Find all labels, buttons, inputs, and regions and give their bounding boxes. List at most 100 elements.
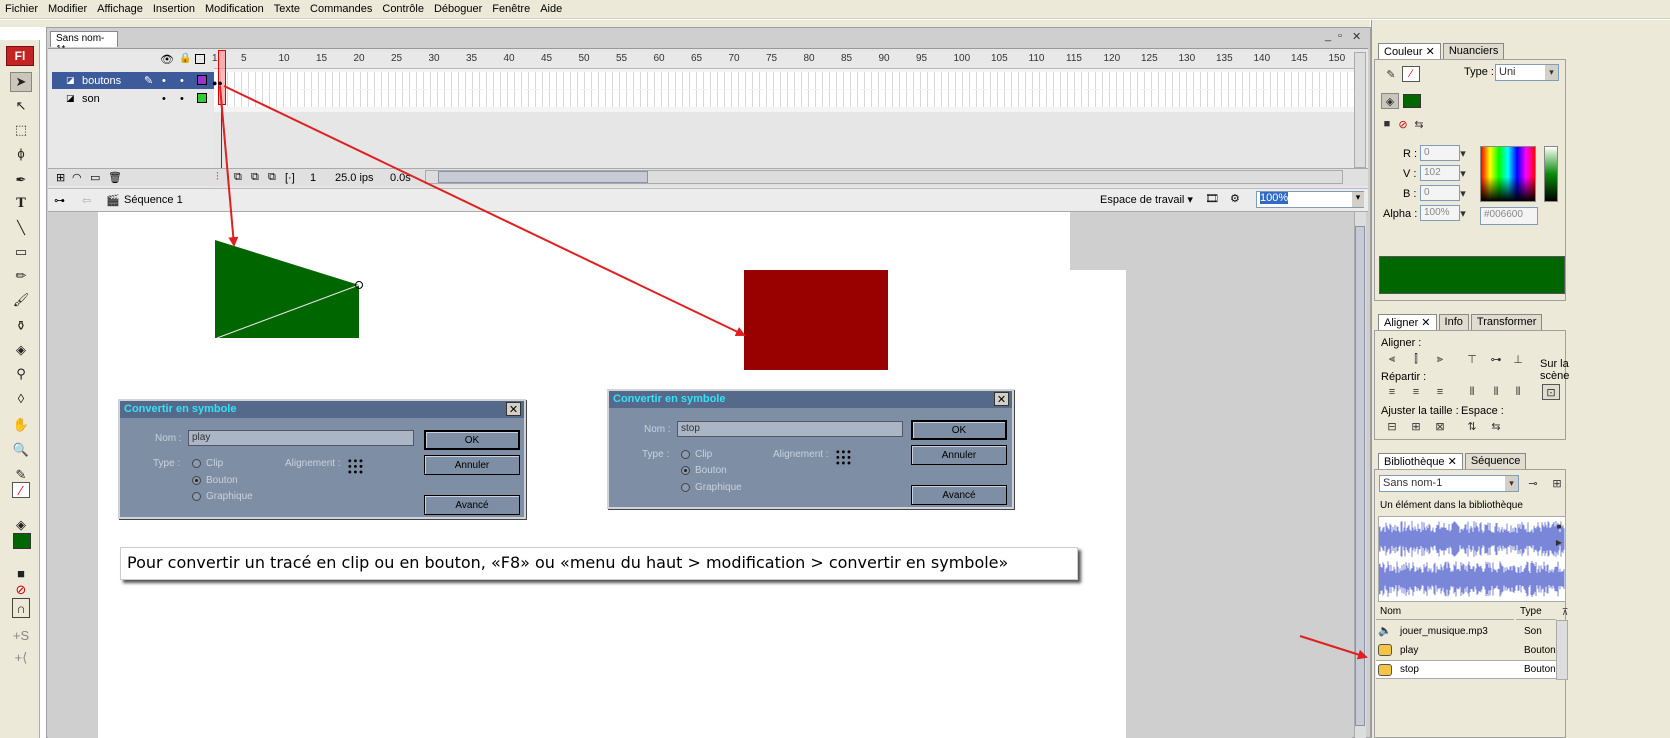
layer-color-box[interactable]	[197, 75, 207, 85]
menu-fenetre[interactable]: Fenêtre	[487, 3, 535, 15]
library-item[interactable]: 🔈 jouer_musique.mp3 Son	[1376, 622, 1556, 641]
cancel-button[interactable]: Annuler	[911, 445, 1007, 465]
scene-name[interactable]: Séquence 1	[124, 194, 183, 206]
advanced-button[interactable]: Avancé	[424, 495, 520, 515]
library-item[interactable]: play Bouton	[1376, 641, 1556, 660]
timeline-toggle-icon[interactable]: ⊶	[54, 194, 65, 207]
ink-bottle-tool-icon[interactable]: ⚱	[10, 316, 32, 336]
menu-deboguer[interactable]: Déboguer	[429, 3, 487, 15]
stop-preview-icon[interactable]: ■	[1550, 518, 1568, 534]
hex-input[interactable]: #006600	[1480, 207, 1538, 225]
v-stepper-icon[interactable]: ▾	[1458, 165, 1468, 181]
fill-swatch[interactable]	[1403, 94, 1421, 108]
advanced-button[interactable]: Avancé	[911, 485, 1007, 505]
zoom-tool-icon[interactable]: 🔍	[10, 440, 32, 460]
keyframe-dot[interactable]: ●●	[212, 78, 223, 88]
back-arrow-icon[interactable]: ⇦	[82, 194, 91, 207]
space-vertical-icon[interactable]: ⇅	[1463, 418, 1481, 434]
luminance-slider[interactable]	[1544, 146, 1558, 202]
smooth-icon[interactable]: +S	[10, 625, 32, 645]
b-stepper-icon[interactable]: ▾	[1458, 185, 1468, 201]
eyedropper-tool-icon[interactable]: ⚲	[10, 364, 32, 384]
to-stage-toggle-icon[interactable]: ⊡	[1542, 384, 1560, 400]
align-top-icon[interactable]: ⊤	[1463, 351, 1481, 367]
fill-color-swatch[interactable]	[13, 533, 31, 549]
v-input[interactable]: 102	[1420, 165, 1460, 181]
tab-aligner[interactable]: Aligner ✕	[1378, 314, 1437, 330]
text-tool-icon[interactable]: T	[10, 193, 32, 213]
library-item-selected[interactable]: stop Bouton	[1376, 660, 1556, 679]
library-document-select[interactable]: Sans nom-1	[1379, 475, 1519, 492]
radio-bouton[interactable]	[192, 476, 201, 485]
name-input[interactable]: play	[188, 430, 414, 446]
timeline-vscrollbar[interactable]	[1354, 52, 1366, 168]
tab-nuanciers[interactable]: Nuanciers	[1442, 43, 1505, 59]
fill-color-icon[interactable]: ◈	[10, 515, 32, 535]
frames-row-son[interactable]	[214, 90, 1354, 107]
align-bottom-icon[interactable]: ⊥	[1509, 351, 1527, 367]
tab-sequence[interactable]: Séquence	[1464, 453, 1527, 469]
space-horizontal-icon[interactable]: ⇆	[1487, 418, 1505, 434]
pen-tool-icon[interactable]: ✒	[10, 170, 32, 190]
radio-clip[interactable]	[192, 459, 201, 468]
onion-outline-icon[interactable]: ⧉	[251, 171, 259, 184]
edit-multiple-icon[interactable]: ⧉	[268, 171, 276, 184]
column-name[interactable]: Nom	[1376, 604, 1514, 620]
menu-commandes[interactable]: Commandes	[305, 3, 377, 15]
close-icon[interactable]: ✕	[1352, 30, 1361, 43]
menu-fichier[interactable]: Fichier	[0, 3, 43, 15]
add-layer-icon[interactable]: ⊞	[56, 171, 65, 184]
r-stepper-icon[interactable]: ▾	[1458, 145, 1468, 161]
frames-row-boutons[interactable]	[214, 72, 1354, 89]
tab-transformer[interactable]: Transformer	[1470, 314, 1543, 330]
timeline-hscroll-thumb[interactable]	[438, 171, 648, 183]
edit-scene-icon[interactable]: 🎞	[1205, 192, 1219, 205]
edit-symbol-icon[interactable]: ⚙	[1230, 192, 1240, 205]
pencil-tool-icon[interactable]: ✏	[10, 266, 32, 286]
minimize-icon[interactable]: _	[1325, 30, 1331, 42]
distribute-top-icon[interactable]: ≡	[1383, 384, 1401, 400]
menu-aide[interactable]: Aide	[535, 3, 567, 15]
menu-modification[interactable]: Modification	[200, 3, 269, 15]
document-tab[interactable]: Sans nom-1*	[50, 31, 118, 55]
align-right-icon[interactable]: ⫸	[1431, 351, 1449, 367]
no-color-icon[interactable]: ⊘	[10, 580, 32, 600]
match-height-icon[interactable]: ⊞	[1407, 418, 1425, 434]
stroke-color-swatch[interactable]: ⁄	[12, 482, 30, 498]
straighten-icon[interactable]: +⟨	[10, 648, 32, 668]
stage-vscroll-thumb[interactable]	[1355, 226, 1365, 726]
ok-button[interactable]: OK	[911, 420, 1007, 440]
subselection-tool-icon[interactable]: ↖	[10, 96, 32, 116]
tab-bibliotheque[interactable]: Bibliothèque ✕	[1378, 453, 1463, 469]
paint-bucket-tool-icon[interactable]: ◈	[10, 340, 32, 360]
layer-son[interactable]: ◪ son • •	[52, 90, 214, 107]
match-width-icon[interactable]: ⊟	[1383, 418, 1401, 434]
zoom-dropdown-icon[interactable]: ▾	[1352, 192, 1364, 207]
center-frame-icon[interactable]: ⫶	[216, 171, 219, 184]
brush-tool-icon[interactable]: 🖌	[10, 290, 32, 310]
distribute-hcenter-icon[interactable]: ⫴	[1487, 384, 1505, 400]
onion-skin-icon[interactable]: ⧉	[234, 171, 242, 184]
rectangle-tool-icon[interactable]: ▭	[10, 242, 32, 262]
fill-bucket-icon[interactable]: ◈	[1381, 93, 1399, 109]
onion-markers-icon[interactable]: [·]	[285, 172, 295, 184]
lasso-tool-icon[interactable]: ϕ	[10, 143, 32, 163]
free-transform-tool-icon[interactable]: ⬚	[10, 120, 32, 140]
align-hcenter-icon[interactable]: ⫿	[1407, 351, 1425, 367]
r-input[interactable]: 0	[1420, 145, 1460, 161]
registration-grid-icon[interactable]	[835, 449, 852, 466]
column-type[interactable]: Type	[1516, 604, 1556, 620]
distribute-vcenter-icon[interactable]: ≡	[1407, 384, 1425, 400]
b-input[interactable]: 0	[1420, 185, 1460, 201]
selection-tool-icon[interactable]: ➤	[10, 72, 32, 92]
library-vscrollbar[interactable]	[1556, 620, 1568, 680]
menu-affichage[interactable]: Affichage	[92, 3, 148, 15]
layer-boutons[interactable]: ◪ boutons ✎ • •	[52, 72, 214, 89]
eye-icon[interactable]: 👁	[160, 53, 174, 66]
close-icon[interactable]: ✕	[994, 392, 1009, 406]
line-tool-icon[interactable]: ╲	[10, 218, 32, 238]
cancel-button[interactable]: Annuler	[424, 455, 520, 475]
menu-insertion[interactable]: Insertion	[148, 3, 200, 15]
distribute-right-icon[interactable]: ⫴	[1509, 384, 1527, 400]
hand-tool-icon[interactable]: ✋	[10, 415, 32, 435]
